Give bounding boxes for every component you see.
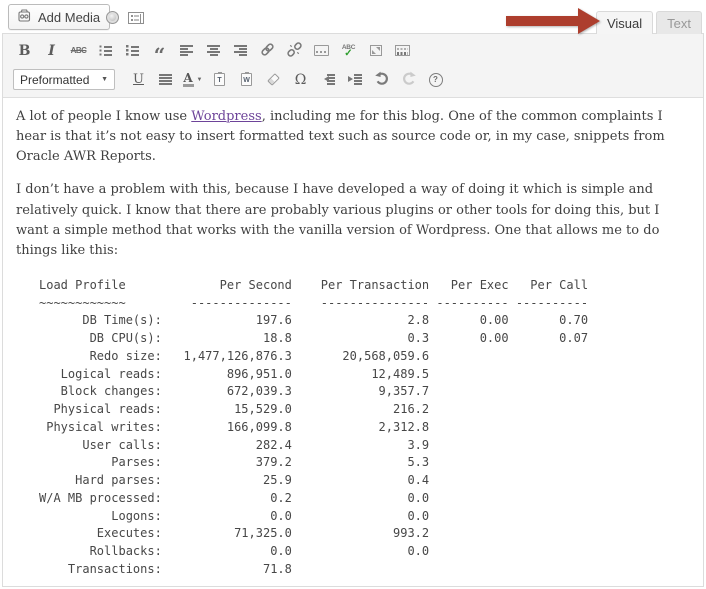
awr-load-profile-block: Load Profile Per Second Per Transaction … (39, 277, 589, 576)
help-button[interactable]: ? (423, 69, 448, 91)
spellcheck-icon: ABC ✓ (342, 44, 355, 59)
undo-icon (374, 71, 390, 88)
spellcheck-checkmark: ✓ (344, 48, 353, 59)
strikethrough-button[interactable]: ABC (66, 40, 91, 62)
p1-text-before: A lot of people I know use (16, 109, 192, 124)
kitchen-sink-button[interactable] (390, 40, 415, 62)
align-right-button[interactable] (228, 40, 253, 62)
blockquote-icon: “ (153, 43, 166, 67)
paste-as-text-button[interactable]: T (207, 69, 232, 91)
kitchen-sink-icon (395, 45, 410, 56)
add-media-button[interactable]: Add Media (8, 4, 111, 30)
bold-button[interactable]: B (12, 40, 37, 62)
numbered-list-icon (126, 45, 139, 56)
indent-button[interactable] (342, 69, 367, 91)
paste-text-letter: T (217, 77, 222, 84)
insert-link-button[interactable] (255, 40, 280, 62)
tab-visual[interactable]: Visual (595, 11, 654, 34)
camera-media-icon (18, 9, 33, 25)
format-dropdown[interactable]: Preformatted ▼ (13, 69, 115, 90)
align-left-icon (180, 45, 193, 56)
tinymce-editor: B I ABC “ ABC ✓ Preformatted ▼ U A ▼ T W… (2, 33, 704, 587)
editor-top-bar: Add Media Visual Text (0, 0, 706, 34)
paste-word-letter: W (243, 77, 250, 84)
editor-content-area[interactable]: A lot of people I know use Wordpress, in… (3, 98, 703, 586)
underline-button[interactable]: U (126, 69, 151, 91)
chevron-down-icon: ▼ (101, 76, 108, 83)
align-center-icon (207, 45, 220, 56)
paragraph-1: A lot of people I know use Wordpress, in… (16, 107, 693, 167)
redo-button[interactable] (396, 69, 421, 91)
chevron-down-icon: ▼ (196, 76, 203, 83)
text-color-button[interactable]: A ▼ (180, 69, 205, 91)
text-color-bar (182, 83, 194, 87)
fullscreen-button[interactable] (363, 40, 388, 62)
italic-icon: I (48, 42, 55, 59)
blockquote-button[interactable]: “ (147, 40, 172, 67)
justify-icon (159, 74, 172, 85)
align-left-button[interactable] (174, 40, 199, 62)
outdent-icon (320, 74, 335, 85)
bullet-list-icon (99, 45, 112, 56)
tab-text[interactable]: Text (656, 11, 702, 34)
unlink-icon (286, 41, 303, 60)
plugin-media-buttons (106, 11, 144, 24)
editor-mode-tabs: Visual Text (593, 11, 702, 34)
more-tag-icon (314, 45, 329, 56)
undo-button[interactable] (369, 69, 394, 91)
strikethrough-icon: ABC (70, 46, 87, 55)
wordpress-link[interactable]: Wordpress (191, 109, 261, 124)
spellcheck-button[interactable]: ABC ✓ (336, 40, 361, 62)
fullscreen-icon (369, 45, 382, 56)
italic-button[interactable]: I (39, 40, 64, 62)
toolbar-row-2: Preformatted ▼ U A ▼ T W Ω ? (7, 65, 699, 94)
align-right-icon (234, 45, 247, 56)
format-dropdown-value: Preformatted (20, 72, 90, 87)
bold-icon: B (18, 42, 31, 59)
toolbar-row-1: B I ABC “ ABC ✓ (7, 36, 699, 65)
add-poll-icon[interactable] (106, 11, 119, 24)
red-arrow-annotation (506, 8, 600, 34)
paste-from-word-button[interactable]: W (234, 69, 259, 91)
text-color-letter: A (183, 70, 193, 85)
remove-formatting-button[interactable] (261, 69, 286, 91)
justify-button[interactable] (153, 69, 178, 91)
text-color-icon: A (182, 70, 194, 87)
outdent-button[interactable] (315, 69, 340, 91)
indent-icon (347, 74, 362, 85)
paste-as-text-icon: T (214, 72, 225, 86)
link-icon (259, 42, 276, 60)
eraser-icon (267, 73, 280, 86)
more-tag-button[interactable] (309, 40, 334, 62)
unlink-button[interactable] (282, 40, 307, 62)
help-icon: ? (428, 72, 443, 87)
special-character-button[interactable]: Ω (288, 69, 313, 91)
paragraph-2: I don’t have a problem with this, becaus… (16, 182, 660, 258)
wordpress-editor-screen: Add Media Visual Text B I ABC “ ABC ✓ Pr… (0, 0, 706, 589)
arrow-head (578, 8, 600, 34)
omega-icon: Ω (294, 71, 307, 88)
align-center-button[interactable] (201, 40, 226, 62)
editor-toolbar: B I ABC “ ABC ✓ Preformatted ▼ U A ▼ T W… (3, 34, 703, 98)
redo-icon (401, 71, 417, 88)
underline-icon: U (133, 72, 144, 87)
add-media-label: Add Media (38, 9, 101, 25)
numbered-list-button[interactable] (120, 40, 145, 62)
paste-from-word-icon: W (241, 72, 252, 86)
add-contact-form-icon[interactable] (128, 11, 144, 24)
bullet-list-button[interactable] (93, 40, 118, 62)
